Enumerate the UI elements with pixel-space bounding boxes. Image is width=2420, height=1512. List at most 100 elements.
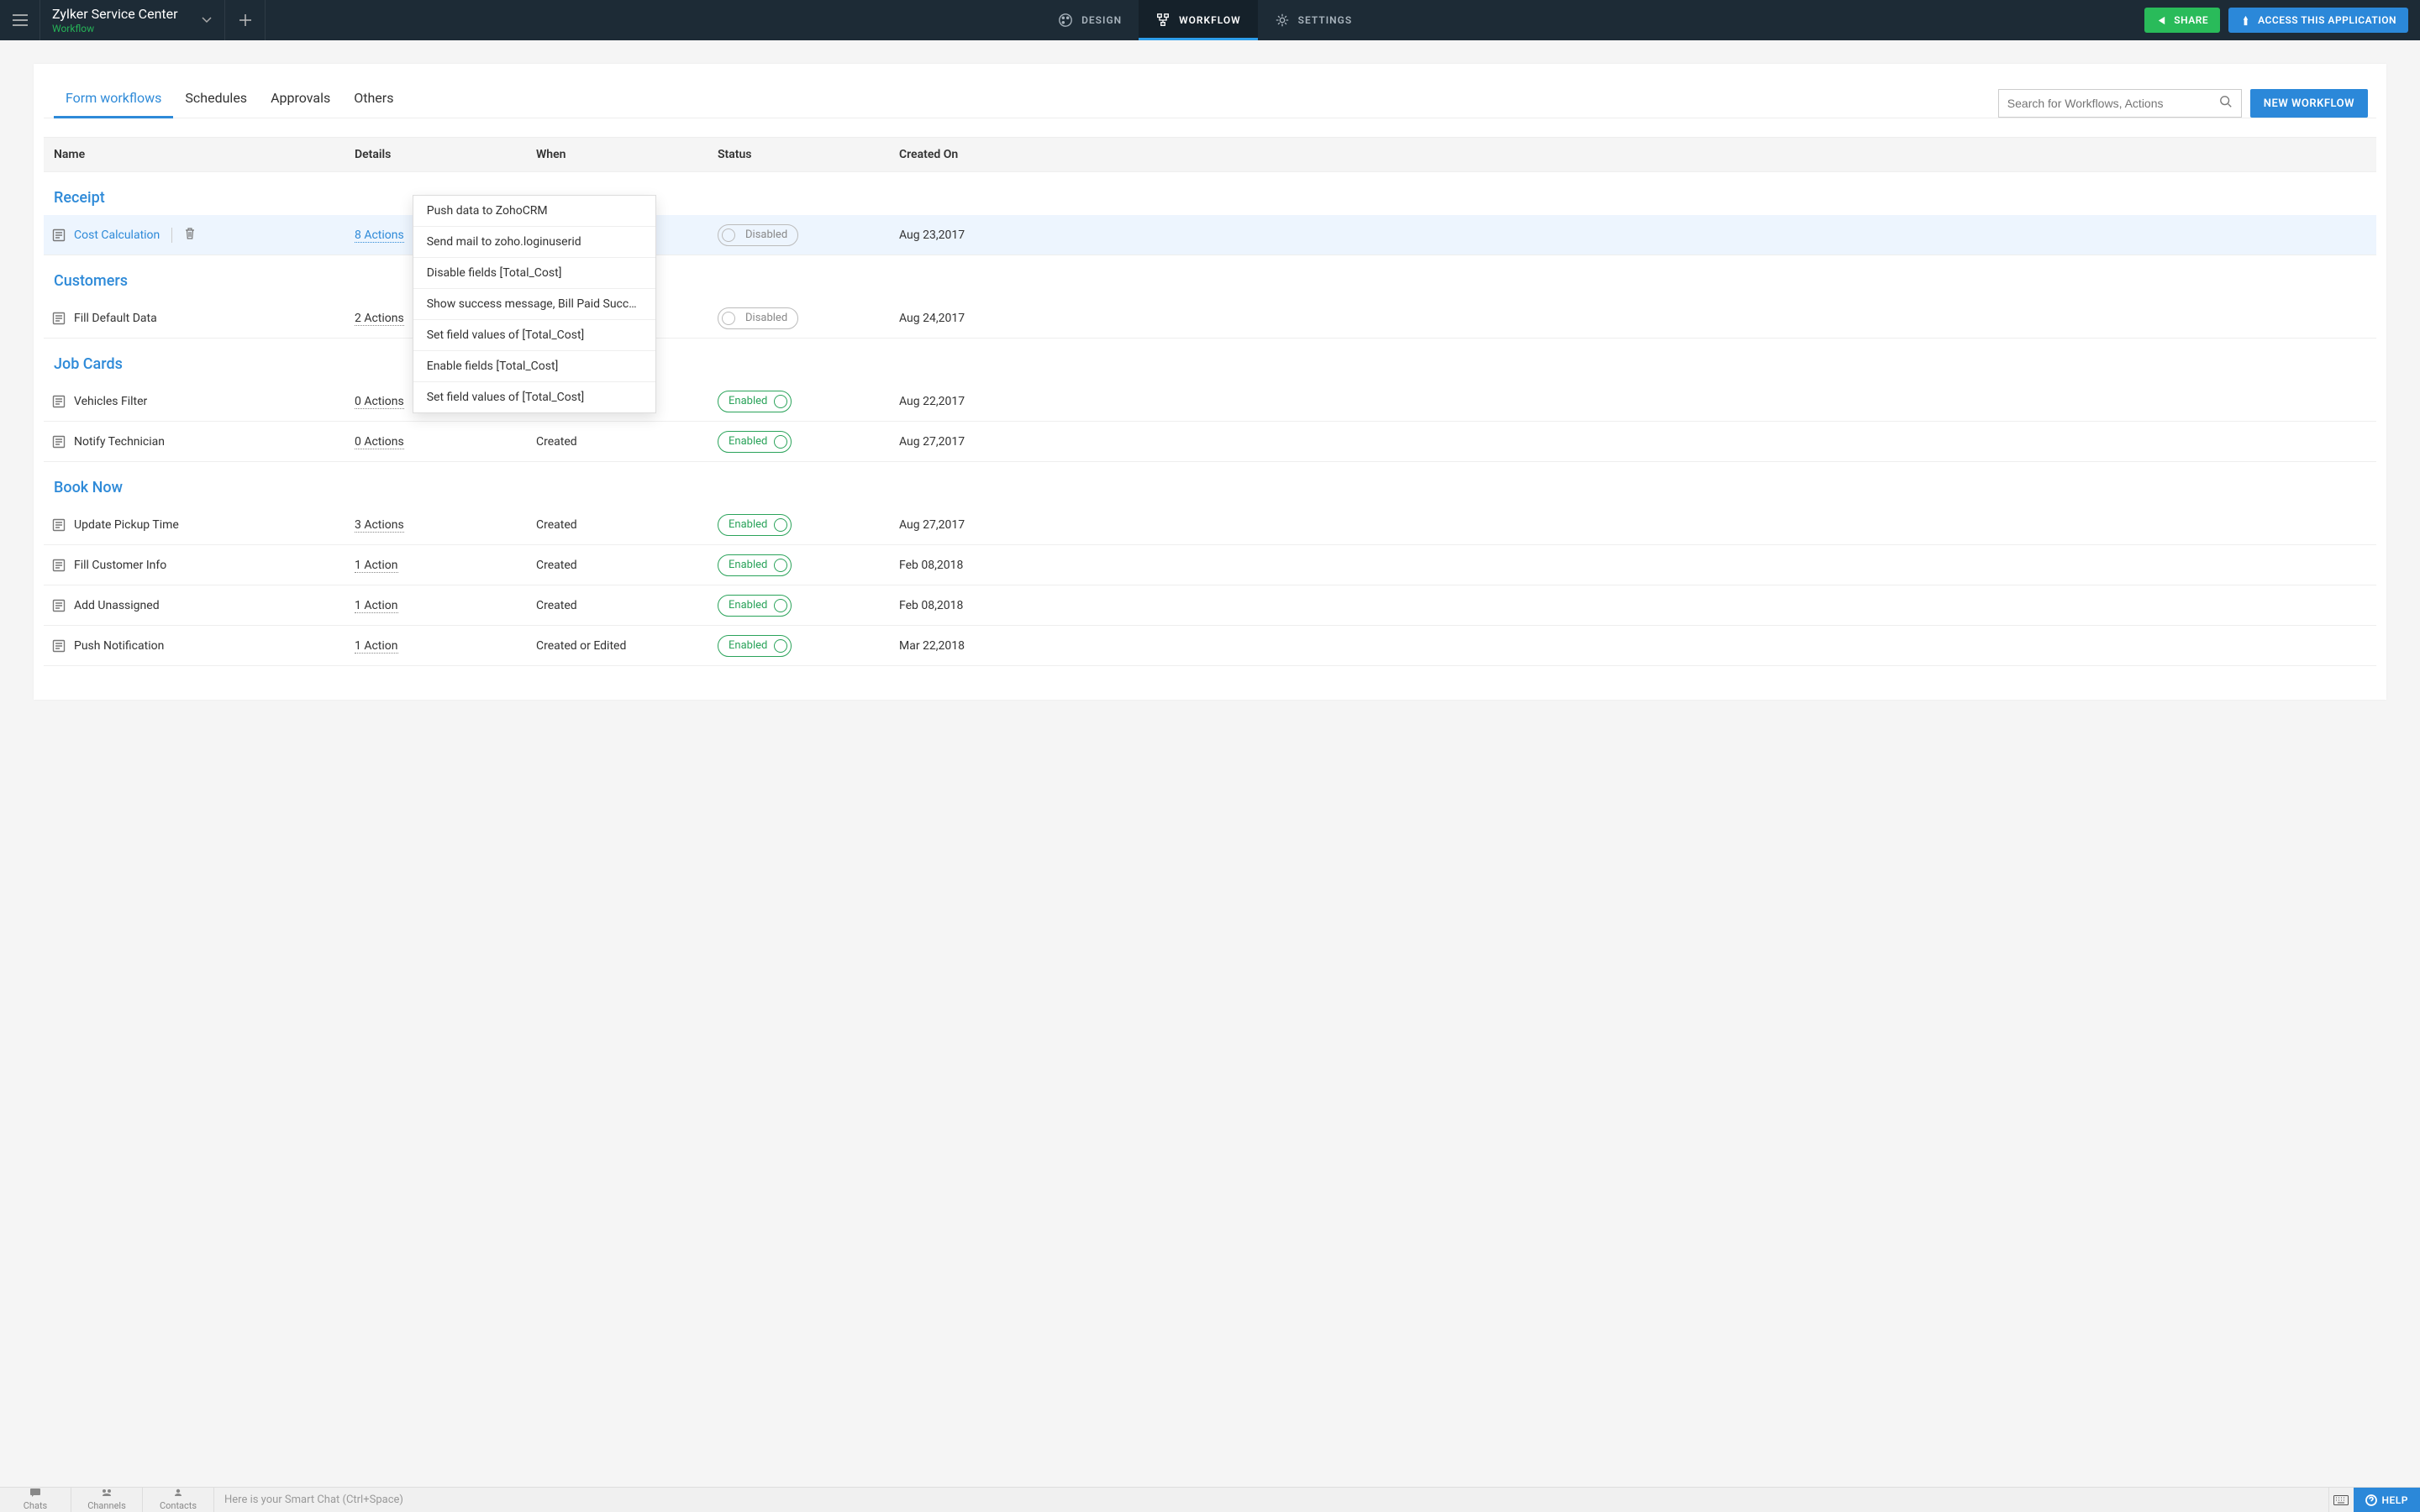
row-created-cell: Aug 24,2017 bbox=[899, 312, 2376, 325]
actions-count-link[interactable]: 0 Actions bbox=[355, 435, 404, 449]
keyboard-shortcuts-button[interactable] bbox=[2328, 1488, 2354, 1512]
bottom-tab-chats-label: Chats bbox=[24, 1500, 47, 1511]
row-created-cell: Aug 27,2017 bbox=[899, 518, 2376, 532]
section-title[interactable]: Job Cards bbox=[44, 339, 2376, 381]
status-toggle[interactable]: Enabled bbox=[718, 554, 792, 576]
workflow-name[interactable]: Add Unassigned bbox=[74, 599, 160, 612]
actions-count-link[interactable]: 2 Actions bbox=[355, 312, 404, 326]
bottom-tab-channels[interactable]: Channels bbox=[71, 1488, 143, 1512]
workflow-icon bbox=[1155, 13, 1171, 28]
search-input[interactable] bbox=[2007, 97, 2219, 110]
bottom-tab-chats[interactable]: Chats bbox=[0, 1488, 71, 1512]
table-row[interactable]: Vehicles Filter0 ActionsCreatedEnabledAu… bbox=[44, 381, 2376, 422]
dropdown-item[interactable]: Enable fields [Total_Cost] bbox=[413, 351, 655, 382]
table-row[interactable]: Fill Default Data 2 Actions Disabled Aug 24… bbox=[44, 298, 2376, 339]
workflow-name[interactable]: Update Pickup Time bbox=[74, 518, 179, 532]
row-status-cell: Enabled bbox=[718, 391, 899, 412]
status-toggle[interactable]: Disabled bbox=[718, 307, 798, 329]
trash-icon[interactable] bbox=[184, 227, 196, 244]
hamburger-menu[interactable] bbox=[0, 0, 40, 40]
actions-count-link[interactable]: 0 Actions bbox=[355, 395, 404, 409]
tab-workflow[interactable]: WORKFLOW bbox=[1139, 0, 1258, 40]
dropdown-item[interactable]: Send mail to zoho.loginuserid bbox=[413, 227, 655, 258]
row-status-cell: Enabled bbox=[718, 431, 899, 453]
main-mode-tabs: DESIGN WORKFLOW SETTINGS bbox=[1041, 0, 1369, 40]
section-title[interactable]: Receipt bbox=[44, 172, 2376, 215]
table-row[interactable]: Fill Customer Info1 ActionCreatedEnabled… bbox=[44, 545, 2376, 585]
bottom-tab-contacts[interactable]: Contacts bbox=[143, 1488, 214, 1512]
dropdown-item[interactable]: Show success message, Bill Paid Succes..… bbox=[413, 289, 655, 320]
actions-count-link[interactable]: 3 Actions bbox=[355, 518, 404, 533]
status-toggle[interactable]: Enabled bbox=[718, 391, 792, 412]
row-details-cell: 1 Action bbox=[355, 599, 536, 612]
workflow-name[interactable]: Fill Default Data bbox=[74, 312, 157, 325]
row-status-cell: Enabled bbox=[718, 595, 899, 617]
actions-count-link[interactable]: 1 Action bbox=[355, 559, 398, 573]
channels-icon bbox=[102, 1488, 112, 1499]
col-details: Details bbox=[355, 148, 536, 161]
tab-approvals[interactable]: Approvals bbox=[259, 90, 342, 118]
dropdown-item[interactable]: Push data to ZohoCRM bbox=[413, 196, 655, 227]
section-title[interactable]: Customers bbox=[44, 255, 2376, 298]
tab-form-workflows[interactable]: Form workflows bbox=[54, 90, 173, 118]
workflow-name[interactable]: Cost Calculation bbox=[74, 228, 160, 242]
status-label: Enabled bbox=[729, 518, 767, 531]
toggle-knob bbox=[774, 395, 787, 408]
help-button[interactable]: HELP bbox=[2354, 1488, 2420, 1512]
form-icon bbox=[52, 518, 66, 532]
workflow-name[interactable]: Fill Customer Info bbox=[74, 559, 166, 572]
access-app-button[interactable]: ACCESS THIS APPLICATION bbox=[2228, 8, 2408, 33]
new-workflow-button[interactable]: NEW WORKFLOW bbox=[2250, 89, 2368, 118]
row-name-cell: Notify Technician bbox=[44, 435, 355, 449]
status-label: Enabled bbox=[729, 395, 767, 407]
app-selector[interactable]: Zylker Service Center Workflow bbox=[40, 0, 225, 40]
search-box[interactable] bbox=[1998, 89, 2242, 118]
toggle-knob bbox=[774, 599, 787, 612]
workflow-name[interactable]: Notify Technician bbox=[74, 435, 165, 449]
divider bbox=[171, 228, 172, 243]
status-toggle[interactable]: Enabled bbox=[718, 595, 792, 617]
table-row[interactable]: Push Notification 1 Action Created or Edit… bbox=[44, 626, 2376, 666]
status-toggle[interactable]: Enabled bbox=[718, 635, 792, 657]
table-row[interactable]: Add Unassigned1 ActionCreatedEnabledFeb … bbox=[44, 585, 2376, 626]
toggle-knob bbox=[774, 559, 787, 572]
new-app-button[interactable] bbox=[225, 0, 266, 40]
status-toggle[interactable]: Enabled bbox=[718, 514, 792, 536]
share-button[interactable]: SHARE bbox=[2144, 8, 2220, 33]
actions-count-link[interactable]: 8 Actions bbox=[355, 228, 404, 243]
tab-others[interactable]: Others bbox=[342, 90, 405, 118]
table-row[interactable]: Cost Calculation8 ActionsDisabledAug 23,… bbox=[44, 215, 2376, 255]
dropdown-item[interactable]: Set field values of [Total_Cost] bbox=[413, 320, 655, 351]
workflow-name[interactable]: Push Notification bbox=[74, 639, 164, 653]
row-details-cell: 1 Action bbox=[355, 639, 536, 653]
status-toggle[interactable]: Disabled bbox=[718, 224, 798, 246]
dropdown-item[interactable]: Disable fields [Total_Cost] bbox=[413, 258, 655, 289]
tab-design[interactable]: DESIGN bbox=[1041, 0, 1139, 40]
col-name: Name bbox=[44, 148, 355, 161]
app-title: Zylker Service Center bbox=[52, 6, 178, 22]
form-icon bbox=[52, 228, 66, 242]
tab-workflow-label: WORKFLOW bbox=[1179, 14, 1241, 26]
table-body: Receipt Cost Calculation 8 Actions Disabled… bbox=[44, 172, 2376, 666]
status-toggle[interactable]: Enabled bbox=[718, 431, 792, 453]
tab-schedules[interactable]: Schedules bbox=[173, 90, 259, 118]
table-row[interactable]: Update Pickup Time3 ActionsCreatedEnable… bbox=[44, 505, 2376, 545]
tab-settings[interactable]: SETTINGS bbox=[1258, 0, 1370, 40]
workflows-panel: Form workflows Schedules Approvals Other… bbox=[34, 64, 2386, 700]
section-title[interactable]: Book Now bbox=[44, 462, 2376, 505]
actions-count-link[interactable]: 1 Action bbox=[355, 599, 398, 613]
row-status-cell: Enabled bbox=[718, 635, 899, 657]
row-status-cell: Enabled bbox=[718, 514, 899, 536]
row-when-cell: Created or Edited bbox=[536, 639, 718, 653]
row-when-cell: Created bbox=[536, 435, 718, 449]
table-row[interactable]: Notify Technician 0 Actions CreatedEnabled… bbox=[44, 422, 2376, 462]
dropdown-item[interactable]: Set field values of [Total_Cost] bbox=[413, 382, 655, 412]
form-icon bbox=[52, 435, 66, 449]
contacts-icon bbox=[173, 1488, 183, 1499]
row-status-cell: Disabled bbox=[718, 307, 899, 329]
bottom-bar: Chats Channels Contacts Here is your Sma… bbox=[0, 1487, 2420, 1512]
workflow-name[interactable]: Vehicles Filter bbox=[74, 395, 147, 408]
row-details-cell: 0 Actions bbox=[355, 435, 536, 449]
row-created-cell: Feb 08,2018 bbox=[899, 599, 2376, 612]
actions-count-link[interactable]: 1 Action bbox=[355, 639, 398, 654]
